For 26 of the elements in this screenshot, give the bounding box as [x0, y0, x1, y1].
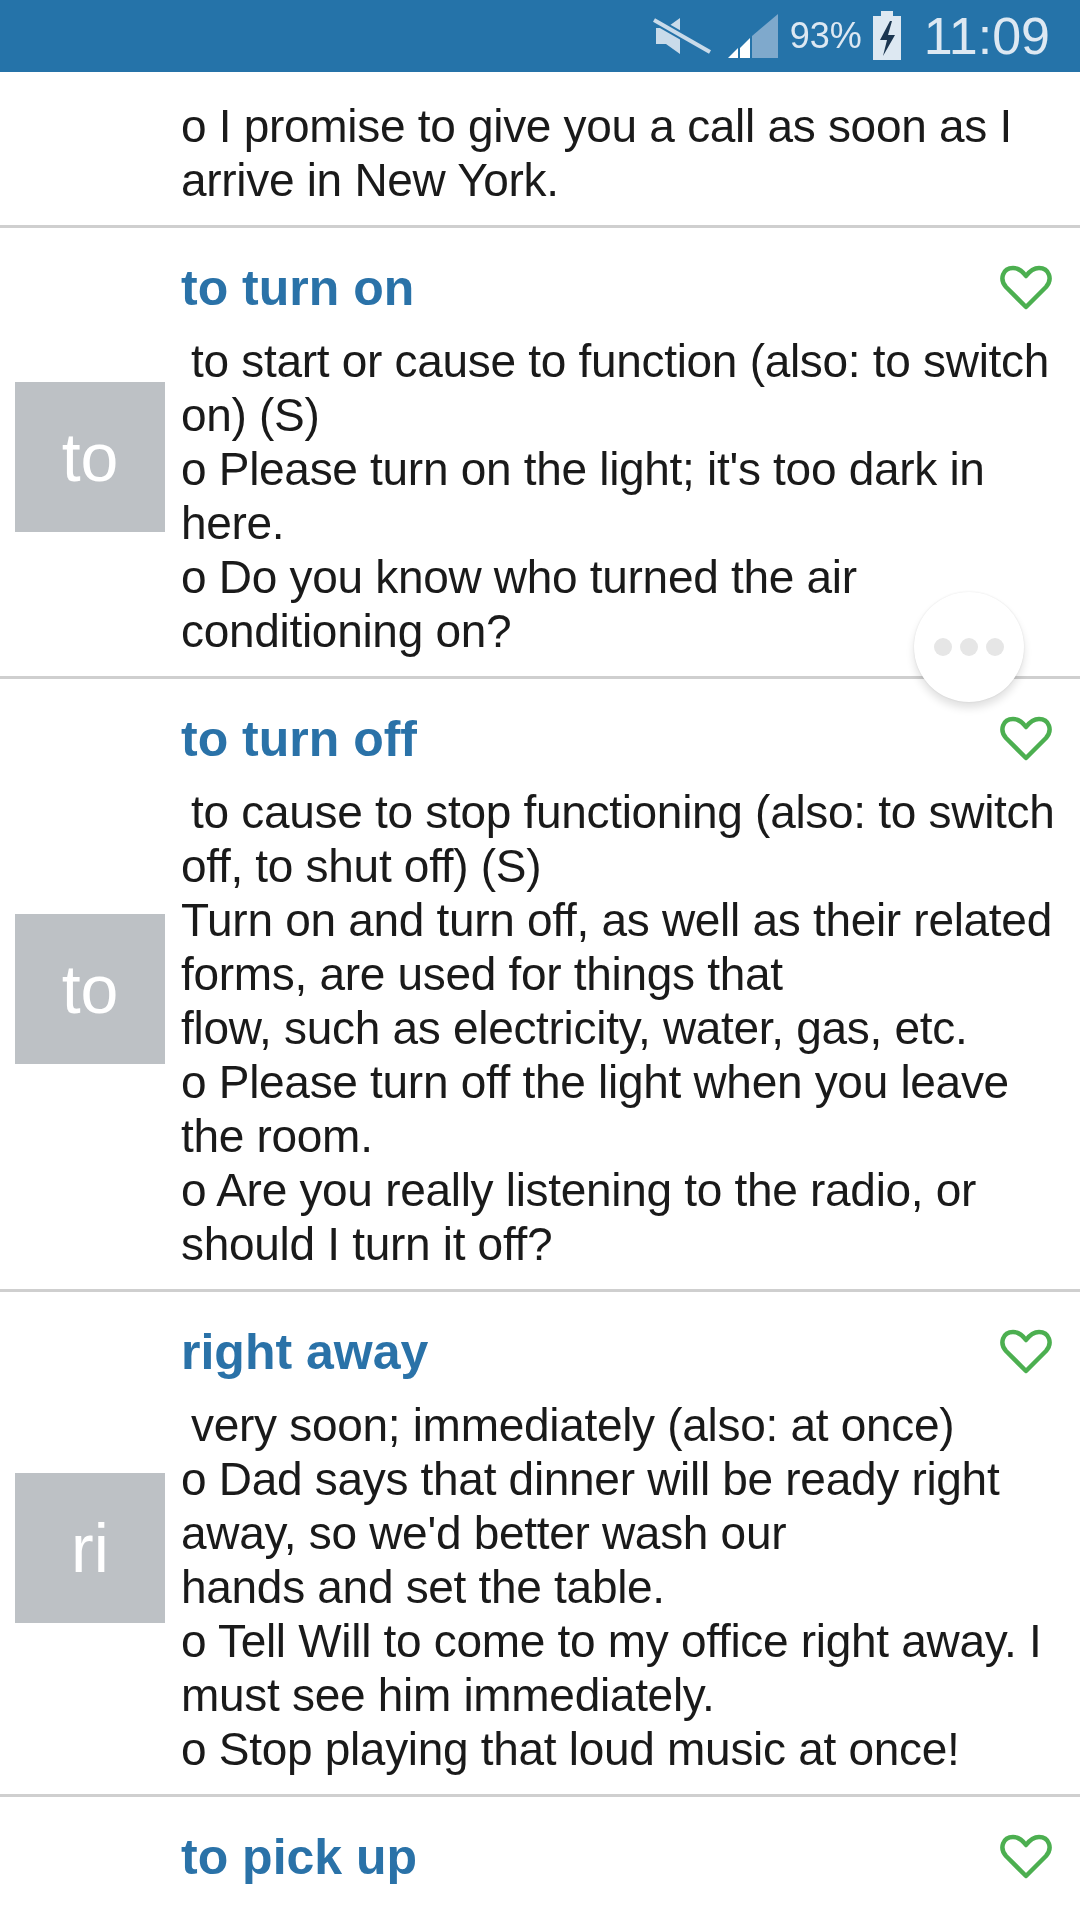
clock: 11:09	[923, 6, 1050, 66]
battery-percent: 93%	[789, 15, 862, 57]
example-text: hands and set the table.	[181, 1561, 665, 1613]
word-title: to turn on	[181, 259, 415, 318]
word-title: right away	[181, 1323, 429, 1382]
example-text: o Please turn off the light when you leave the room.	[181, 1056, 1009, 1162]
example-text: o Tell Will to come to my office right away. I must see him immediately.	[181, 1615, 1042, 1721]
heart-icon[interactable]	[1000, 1834, 1052, 1880]
definition-text: very soon; immediately (also: at once)	[191, 1399, 955, 1451]
example-text: o Are you really listening to the radio, or should I turn it off?	[181, 1164, 977, 1270]
heart-icon[interactable]	[1000, 716, 1052, 762]
definition-text: to cause to stop functioning (also: to switch off, to shut off) (S)	[181, 786, 1055, 892]
example-text: flow, such as electricity, water, gas, etc.	[181, 1002, 968, 1054]
word-title: to turn off	[181, 710, 417, 769]
example-text: o Do you know who turned the air conditioning on?	[181, 551, 857, 657]
example-text: o I promise to give you a call as soon as I arrive in New York.	[181, 100, 1012, 206]
example-text: o Please turn on the light; it's too dark in here.	[181, 443, 985, 549]
word-thumbnail: ri	[15, 1473, 165, 1623]
heart-icon[interactable]	[1000, 265, 1052, 311]
word-thumbnail: to	[15, 914, 165, 1064]
word-thumbnail: to	[15, 382, 165, 532]
heart-icon[interactable]	[1000, 1329, 1052, 1375]
definition-text: to start or cause to function (also: to switch on) (S)	[181, 335, 1050, 441]
battery-charging-icon	[871, 11, 902, 61]
word-title: to pick up	[181, 1828, 418, 1887]
example-text: o Stop playing that loud music at once!	[181, 1723, 960, 1775]
